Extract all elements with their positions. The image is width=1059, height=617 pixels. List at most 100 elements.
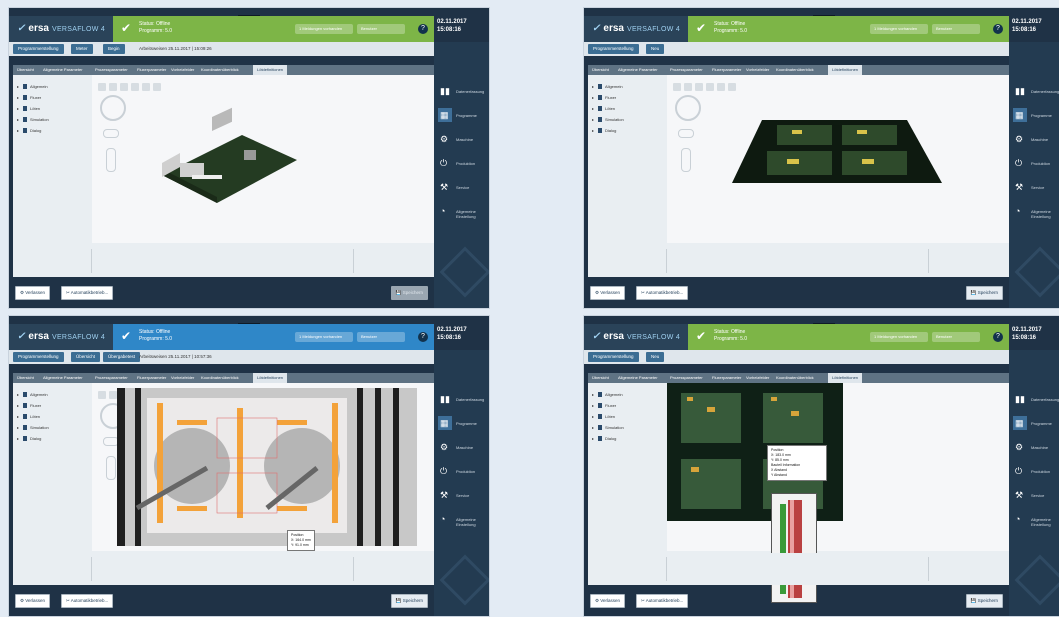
3d-viewport[interactable]: Position X: 164.0 mm Y: 91.0 mm (92, 383, 434, 551)
sidebar-item[interactable]: ▦ Programme (434, 412, 489, 436)
sidebar-item[interactable]: ▦ Programme (434, 104, 489, 128)
sidebar-item[interactable]: ⏻ Produktion (434, 460, 489, 484)
tab-item[interactable]: Koordinatenüberblick (201, 65, 239, 75)
tab-item[interactable]: Lötdefinitionen (828, 373, 863, 383)
select-icon[interactable] (98, 83, 106, 91)
tree-item[interactable]: ▸ Dialog (17, 127, 41, 135)
navigation-control[interactable] (675, 95, 701, 172)
breadcrumb-item[interactable]: Begin (103, 44, 125, 54)
tree-item[interactable]: ▸ Allgemein (592, 83, 623, 91)
rotate-icon[interactable] (109, 83, 117, 91)
tree-item[interactable]: ▸ Dialog (592, 127, 616, 135)
tab-item[interactable]: Übersicht (592, 65, 609, 75)
tab-item[interactable]: Fluxerparameter (712, 65, 741, 75)
tab-item[interactable]: Prozessparameter (95, 373, 128, 383)
help-icon[interactable]: ? (418, 24, 428, 34)
breadcrumb-item[interactable]: Programmerstellung (588, 44, 639, 54)
zoom-slider[interactable] (106, 456, 116, 480)
sidebar-item[interactable]: ⚒ Service (434, 176, 489, 200)
tab-item[interactable]: Koordinatenüberblick (776, 65, 814, 75)
sidebar-item[interactable]: ⚒ Service (1009, 484, 1059, 508)
tab-item[interactable]: Allgemeine Parameter (618, 373, 658, 383)
zoom-slider[interactable] (681, 148, 691, 172)
pan-ring-icon[interactable] (100, 95, 126, 121)
edit-icon[interactable] (142, 83, 150, 91)
3d-viewport[interactable]: Position X: 183.0 mm Y: 85.0 mm Bauteil Inf… (667, 383, 1009, 603)
edit-icon[interactable] (717, 83, 725, 91)
rotate-icon[interactable] (109, 391, 117, 399)
tree-item[interactable]: ▸ Allgemein (592, 391, 623, 399)
zoom-slider[interactable] (106, 148, 116, 172)
sidebar-item[interactable]: ⏻ Produktion (1009, 152, 1059, 176)
breadcrumb-item[interactable]: Meter (71, 44, 93, 54)
sidebar-item[interactable]: ▮▮ Datenerfassung (1009, 388, 1059, 412)
breadcrumb-item[interactable]: Neu (646, 44, 665, 54)
tab-item[interactable]: Fluxerparameter (137, 373, 166, 383)
tree-item[interactable]: ▸ Löten (592, 413, 615, 421)
tab-item[interactable]: Allgemeine Parameter (43, 373, 83, 383)
tab-item[interactable]: Koordinatenüberblick (776, 373, 814, 383)
tree-item[interactable]: ▸ Simulation (17, 424, 49, 432)
sidebar-item[interactable]: ▮▮ Datenerfassung (1009, 80, 1059, 104)
tree-item[interactable]: ▸ Dialog (592, 435, 616, 443)
sidebar-item[interactable]: ◔ Allgemeine Einstellung (1009, 508, 1059, 532)
exit-button[interactable]: ⚙ Verlassen (590, 594, 626, 608)
rotate-icon[interactable] (684, 83, 692, 91)
tab-item[interactable]: Vorheizfelder (746, 373, 769, 383)
tree-item[interactable]: ▸ Löten (592, 105, 615, 113)
layers-icon[interactable] (131, 83, 139, 91)
save-button[interactable]: 💾 Speichern (390, 286, 428, 300)
sidebar-item[interactable]: ⚙ Maschine (434, 128, 489, 152)
help-icon[interactable]: ? (993, 332, 1003, 342)
tree-item[interactable]: ▸ Allgemein (17, 83, 48, 91)
exit-button[interactable]: ⚙ Verlassen (15, 594, 51, 608)
user-button[interactable]: Benutzer (357, 24, 405, 34)
navigation-control[interactable] (100, 95, 126, 172)
zoom-icon[interactable] (695, 83, 703, 91)
breadcrumb-item[interactable]: Übergabetest (103, 352, 141, 362)
select-icon[interactable] (673, 83, 681, 91)
tab-item[interactable]: Lötdefinitionen (253, 65, 288, 75)
3d-viewport[interactable] (92, 75, 434, 243)
tab-item[interactable]: Übersicht (17, 65, 34, 75)
view-toggle-icon[interactable] (678, 129, 694, 138)
tree-item[interactable]: ▸ Simulation (592, 424, 624, 432)
tab-item[interactable]: Prozessparameter (95, 65, 128, 75)
warnings-button[interactable]: 1 Meldungen vorhanden (295, 332, 353, 342)
select-icon[interactable] (98, 391, 106, 399)
sidebar-item[interactable]: ◔ Allgemeine Einstellung (434, 508, 489, 532)
breadcrumb-item[interactable]: Programmerstellung (588, 352, 639, 362)
breadcrumb-item[interactable]: Programmerstellung (13, 352, 64, 362)
breadcrumb-item[interactable]: Neu (646, 352, 665, 362)
sidebar-item[interactable]: ▦ Programme (1009, 412, 1059, 436)
tree-item[interactable]: ▸ Simulation (592, 116, 624, 124)
warnings-button[interactable]: 1 Meldungen vorhanden (870, 332, 928, 342)
help-icon[interactable]: ? (418, 332, 428, 342)
window-control[interactable] (9, 316, 489, 329)
help-icon[interactable]: ? (993, 24, 1003, 34)
exit-button[interactable]: ⚙ Verlassen (590, 286, 626, 300)
window-control[interactable] (584, 8, 1059, 21)
view-toggle-icon[interactable] (103, 129, 119, 138)
sidebar-item[interactable]: ▮▮ Datenerfassung (434, 80, 489, 104)
sidebar-item[interactable]: ⚒ Service (434, 484, 489, 508)
tree-item[interactable]: ▸ Fluxer (592, 402, 616, 410)
warnings-button[interactable]: 1 Meldungen vorhanden (870, 24, 928, 34)
window-control[interactable] (9, 8, 489, 21)
layers-icon[interactable] (706, 83, 714, 91)
user-button[interactable]: Benutzer (357, 332, 405, 342)
breadcrumb-item[interactable]: Programmerstellung (13, 44, 64, 54)
sidebar-item[interactable]: ◔ Allgemeine Einstellung (1009, 200, 1059, 224)
tab-item[interactable]: Lötdefinitionen (828, 65, 863, 75)
tab-item[interactable]: Vorheizfelder (746, 65, 769, 75)
3d-viewport[interactable] (667, 75, 1009, 243)
tree-item[interactable]: ▸ Dialog (17, 435, 41, 443)
user-button[interactable]: Benutzer (932, 24, 980, 34)
tab-item[interactable]: Fluxerparameter (712, 373, 741, 383)
automatic-button[interactable]: ✂ Automatikbetrieb... (61, 594, 114, 608)
sidebar-item[interactable]: ⏻ Produktion (434, 152, 489, 176)
sidebar-item[interactable]: ⏻ Produktion (1009, 460, 1059, 484)
window-control[interactable] (584, 316, 1059, 329)
sidebar-item[interactable]: ⚙ Maschine (1009, 436, 1059, 460)
tab-item[interactable]: Allgemeine Parameter (618, 65, 658, 75)
